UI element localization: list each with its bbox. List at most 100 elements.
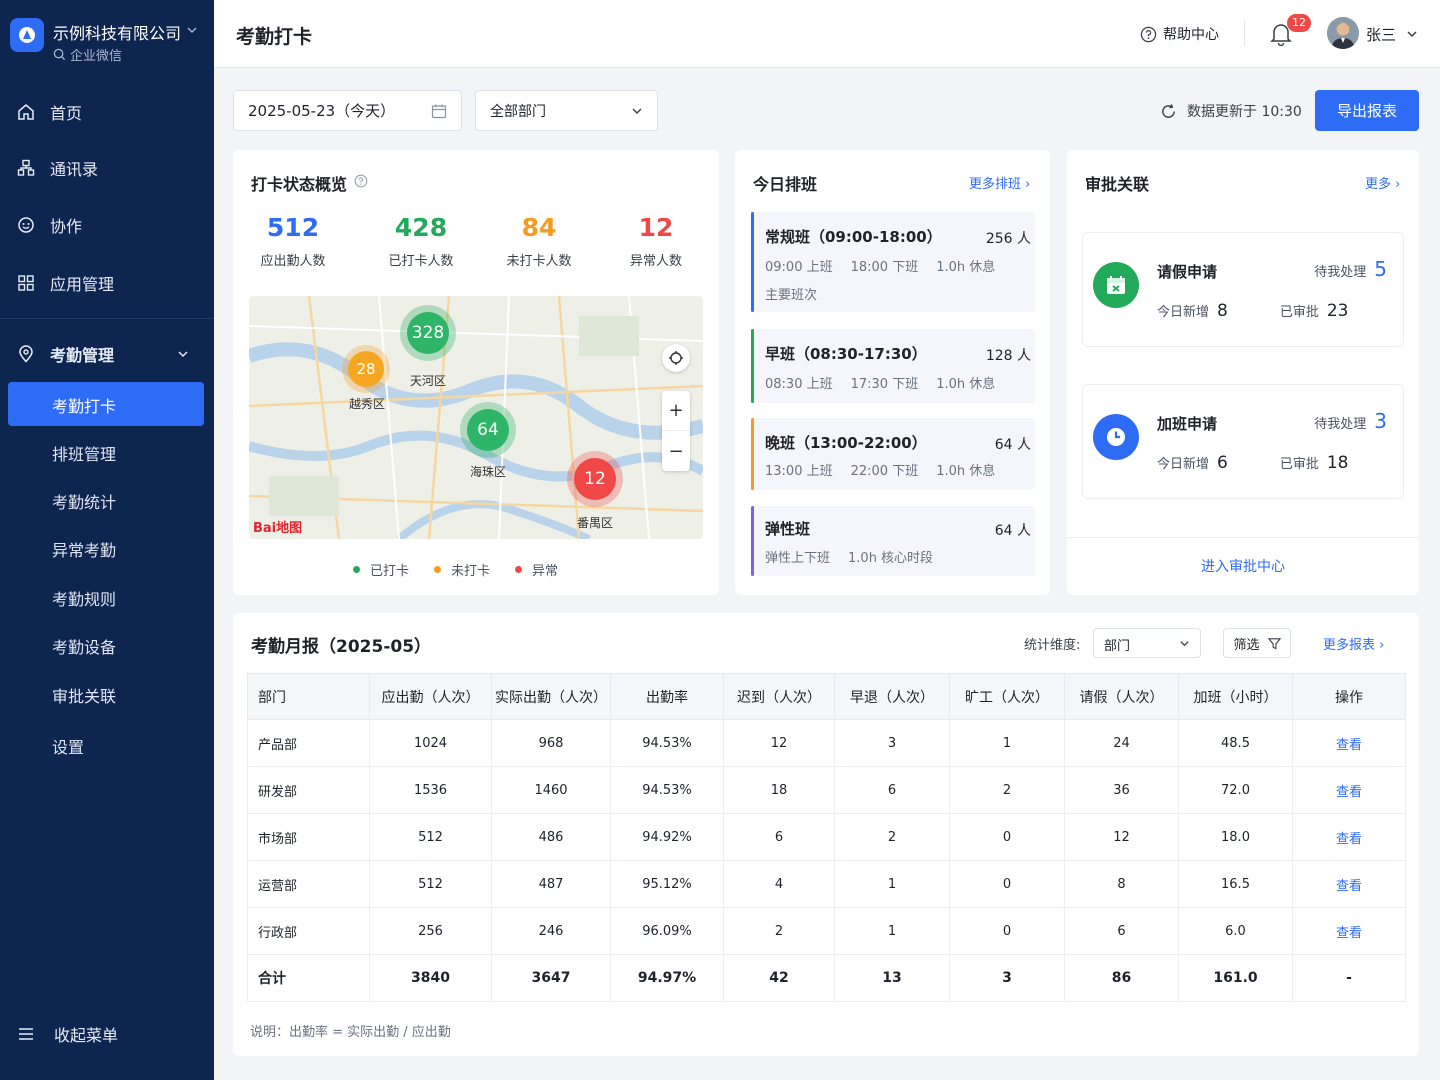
column-header: 部门 [247,673,370,720]
zoom-control: + − [662,391,690,471]
zoom-out-button[interactable]: − [662,431,690,471]
nav-apps[interactable]: 应用管理 [16,271,114,295]
column-header: 请假（人次） [1064,673,1179,720]
map-cluster-not-clocked[interactable]: 28 [348,351,384,387]
table-cell: 3 [949,954,1065,1002]
view-link[interactable]: 查看 [1292,766,1406,814]
update-status[interactable]: 数据更新于 10:30 [1160,101,1302,121]
shift-regular[interactable]: 常规班（09:00-18:00） 256 人 09:00 上班 18:00 下班 1… [751,212,1035,312]
pending-count: 5 [1374,257,1387,281]
table-body: 产品部 1024 968 94.53% 12 3 1 24 48.5 查看 研发部 1536 1460 9… [247,719,1406,1002]
table-cell: 6 [1064,907,1179,955]
view-link[interactable]: 查看 [1292,719,1406,767]
sidebar-item-settings[interactable]: 设置 [52,734,84,758]
sidebar-item-devices[interactable]: 考勤设备 [52,634,116,658]
column-header: 加班（小时） [1178,673,1293,720]
table-cell: 6.0 [1178,907,1293,955]
table-cell: 3647 [491,954,611,1002]
more-schedule-link[interactable]: 更多排班 › [969,173,1030,192]
chevron-down-icon [1180,641,1189,647]
stat-label: 应出勤人数 [260,254,326,269]
chevron-down-icon[interactable] [177,348,189,360]
table-cell: 487 [491,860,611,908]
shift-late[interactable]: 晚班（13:00-22:00） 64 人 13:00 上班 22:00 下班 1.0… [751,418,1035,490]
table-row: 研发部 1536 1460 94.53% 18 6 2 36 72.0 查看 [247,766,1406,814]
leave-request-card[interactable]: 请假申请 待我处理 5 今日新增 8 已审批 23 [1082,232,1404,347]
attendance-map[interactable]: 328 28 64 12 天河区 越秀区 海珠区 番禺区 Bai地图 + − [249,296,703,539]
table-cell: 48.5 [1178,719,1293,767]
apps-icon [16,273,36,293]
shift-color-bar [751,212,754,312]
schedule-title: 今日排班 [753,175,818,194]
stat-abnormal: 12 异常人数 [606,213,706,269]
table-cell: 12 [1064,813,1179,861]
location-icon [16,344,36,364]
user-name[interactable]: 张三 [1366,24,1396,45]
sidebar-item-stats[interactable]: 考勤统计 [52,489,116,513]
top-bar: 考勤打卡 帮助中心 12 张三 [214,0,1440,68]
view-link[interactable]: 查看 [1292,907,1406,955]
table-cell: 1024 [369,719,492,767]
map-district-label: 天河区 [410,374,447,388]
map-cluster-clocked[interactable]: 64 [467,409,509,451]
table-row: 产品部 1024 968 94.53% 12 3 1 24 48.5 查看 [247,719,1406,767]
chevron-down-icon[interactable] [1406,28,1418,40]
page-title: 考勤打卡 [236,26,313,48]
date-picker[interactable]: 2025-05-23（今天） [233,90,462,131]
view-link[interactable]: 查看 [1292,860,1406,908]
home-icon [16,102,36,122]
shift-tag: 主要班次 [765,288,818,303]
shift-color-bar [751,418,754,490]
avatar[interactable] [1327,17,1359,49]
column-header: 旷工（人次） [949,673,1065,720]
table-cell: 968 [491,719,611,767]
more-approval-link[interactable]: 更多 › [1365,173,1400,192]
shift-name: 弹性班 [765,520,811,538]
table-row: 行政部 256 246 96.09% 2 1 0 6 6.0 查看 [247,907,1406,955]
table-cell: 合计 [247,954,370,1002]
nav-home[interactable]: 首页 [16,100,82,124]
view-link[interactable]: 查看 [1292,813,1406,861]
map-cluster-abnormal[interactable]: 12 [574,458,616,500]
shift-name: 晚班（13:00-22:00） [765,434,927,452]
sidebar-item-rules[interactable]: 考勤规则 [52,586,116,610]
question-icon[interactable] [354,174,368,188]
table-cell: 16.5 [1178,860,1293,908]
shift-times: 13:00 上班 22:00 下班 1.0h 休息 [765,464,996,479]
sidebar-item-clock-in[interactable]: 考勤打卡 [52,393,116,417]
sidebar-item-schedule[interactable]: 排班管理 [52,441,116,465]
dimension-select[interactable]: 部门 [1093,628,1201,658]
table-cell: 1460 [491,766,611,814]
table-cell: 95.12% [610,860,724,908]
chevron-down-icon [187,27,197,34]
stat-label: 异常人数 [629,254,682,269]
nav-group-attendance[interactable]: 考勤管理 [16,342,114,366]
map-district-label: 海珠区 [470,465,507,479]
more-reports-link[interactable]: 更多报表 › [1323,634,1384,653]
table-cell: 94.97% [610,954,724,1002]
collapse-menu-button[interactable]: 收起菜单 [16,1022,118,1046]
chat-icon [16,215,36,235]
map-cluster-clocked[interactable]: 328 [407,312,449,354]
map-provider-logo: Bai地图 [253,521,303,536]
shift-flexible[interactable]: 弹性班 64 人 弹性上下班 1.0h 核心时段 [751,506,1035,576]
overtime-request-title: 加班申请 [1157,415,1218,433]
table-cell: 161.0 [1178,954,1293,1002]
shift-early[interactable]: 早班（08:30-17:30） 128 人 08:30 上班 17:30 下班 1.… [751,329,1035,403]
sidebar-item-abnormal[interactable]: 异常考勤 [52,537,116,561]
table-cell: 8 [1064,860,1179,908]
table-cell: - [1292,954,1406,1002]
calendar-icon [431,104,447,119]
department-select[interactable]: 全部部门 [475,90,658,131]
export-report-button[interactable]: 导出报表 [1315,90,1419,131]
locate-button[interactable] [662,344,690,372]
nav-collab[interactable]: 协作 [16,213,82,237]
overtime-request-card[interactable]: 加班申请 待我处理 3 今日新增 6 已审批 18 [1082,384,1404,499]
nav-contacts[interactable]: 通讯录 [16,156,98,180]
sidebar-item-approval[interactable]: 审批关联 [52,683,116,707]
table-cell: 0 [949,813,1065,861]
enter-approval-center-link[interactable]: 进入审批中心 [1067,556,1419,576]
zoom-in-button[interactable]: + [662,391,690,431]
help-center-link[interactable]: 帮助中心 [1140,24,1219,44]
filter-button[interactable]: 筛选 [1223,628,1291,658]
